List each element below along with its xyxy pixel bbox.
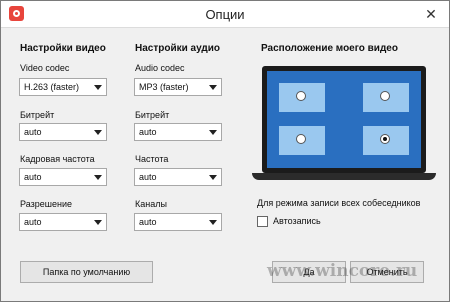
audio-codec-value: MP3 (faster) [139,82,189,92]
dialog-content: Настройки видео Video codec H.263 (faste… [1,28,449,301]
video-bitrate-label: Битрейт [20,110,55,120]
radio-top-left[interactable] [296,91,306,101]
position-bottom-right[interactable] [363,126,409,155]
chevron-down-icon [94,130,102,135]
frequency-label: Частота [135,154,169,164]
laptop-screen-preview [262,66,426,173]
position-bottom-left[interactable] [279,126,325,155]
audio-bitrate-label: Битрейт [135,110,170,120]
chevron-down-icon [94,220,102,225]
channels-value: auto [139,217,157,227]
position-top-left[interactable] [279,83,325,112]
chevron-down-icon [209,85,217,90]
video-settings-heading: Настройки видео [20,43,106,54]
video-codec-label: Video codec [20,63,70,73]
radio-bottom-left[interactable] [296,134,306,144]
audio-settings-heading: Настройки аудио [135,43,221,54]
title-bar[interactable]: Опции ✕ [1,1,449,28]
audio-codec-select[interactable]: MP3 (faster) [134,78,222,96]
position-top-right[interactable] [363,83,409,112]
radio-top-right[interactable] [380,91,390,101]
autorecord-checkbox[interactable] [257,216,268,227]
video-bitrate-select[interactable]: auto [19,123,107,141]
window-title: Опции [205,7,245,22]
options-dialog: Опции ✕ Настройки видео Video codec H.26… [0,0,450,302]
autorecord-label[interactable]: Автозапись [273,216,321,226]
channels-label: Каналы [135,199,167,209]
frequency-value: auto [139,172,157,182]
frequency-select[interactable]: auto [134,168,222,186]
record-mode-caption: Для режима записи всех собеседников [257,198,421,208]
audio-bitrate-value: auto [139,127,157,137]
resolution-select[interactable]: auto [19,213,107,231]
chevron-down-icon [209,175,217,180]
resolution-label: Разрешение [20,199,72,209]
video-codec-select[interactable]: H.263 (faster) [19,78,107,96]
channels-select[interactable]: auto [134,213,222,231]
resolution-value: auto [24,217,42,227]
framerate-label: Кадровая частота [20,154,95,164]
chevron-down-icon [94,85,102,90]
framerate-select[interactable]: auto [19,168,107,186]
video-bitrate-value: auto [24,127,42,137]
audio-codec-label: Audio codec [135,63,185,73]
laptop-base [252,173,436,180]
close-button[interactable]: ✕ [420,5,442,23]
audio-bitrate-select[interactable]: auto [134,123,222,141]
chevron-down-icon [209,130,217,135]
radio-bottom-right[interactable] [380,134,390,144]
chevron-down-icon [94,175,102,180]
default-folder-button[interactable]: Папка по умолчанию [20,261,153,283]
video-placement-heading: Расположение моего видео [261,43,398,54]
framerate-value: auto [24,172,42,182]
chevron-down-icon [209,220,217,225]
video-codec-value: H.263 (faster) [24,82,80,92]
site-watermark: www.wincore.ru [267,261,418,281]
